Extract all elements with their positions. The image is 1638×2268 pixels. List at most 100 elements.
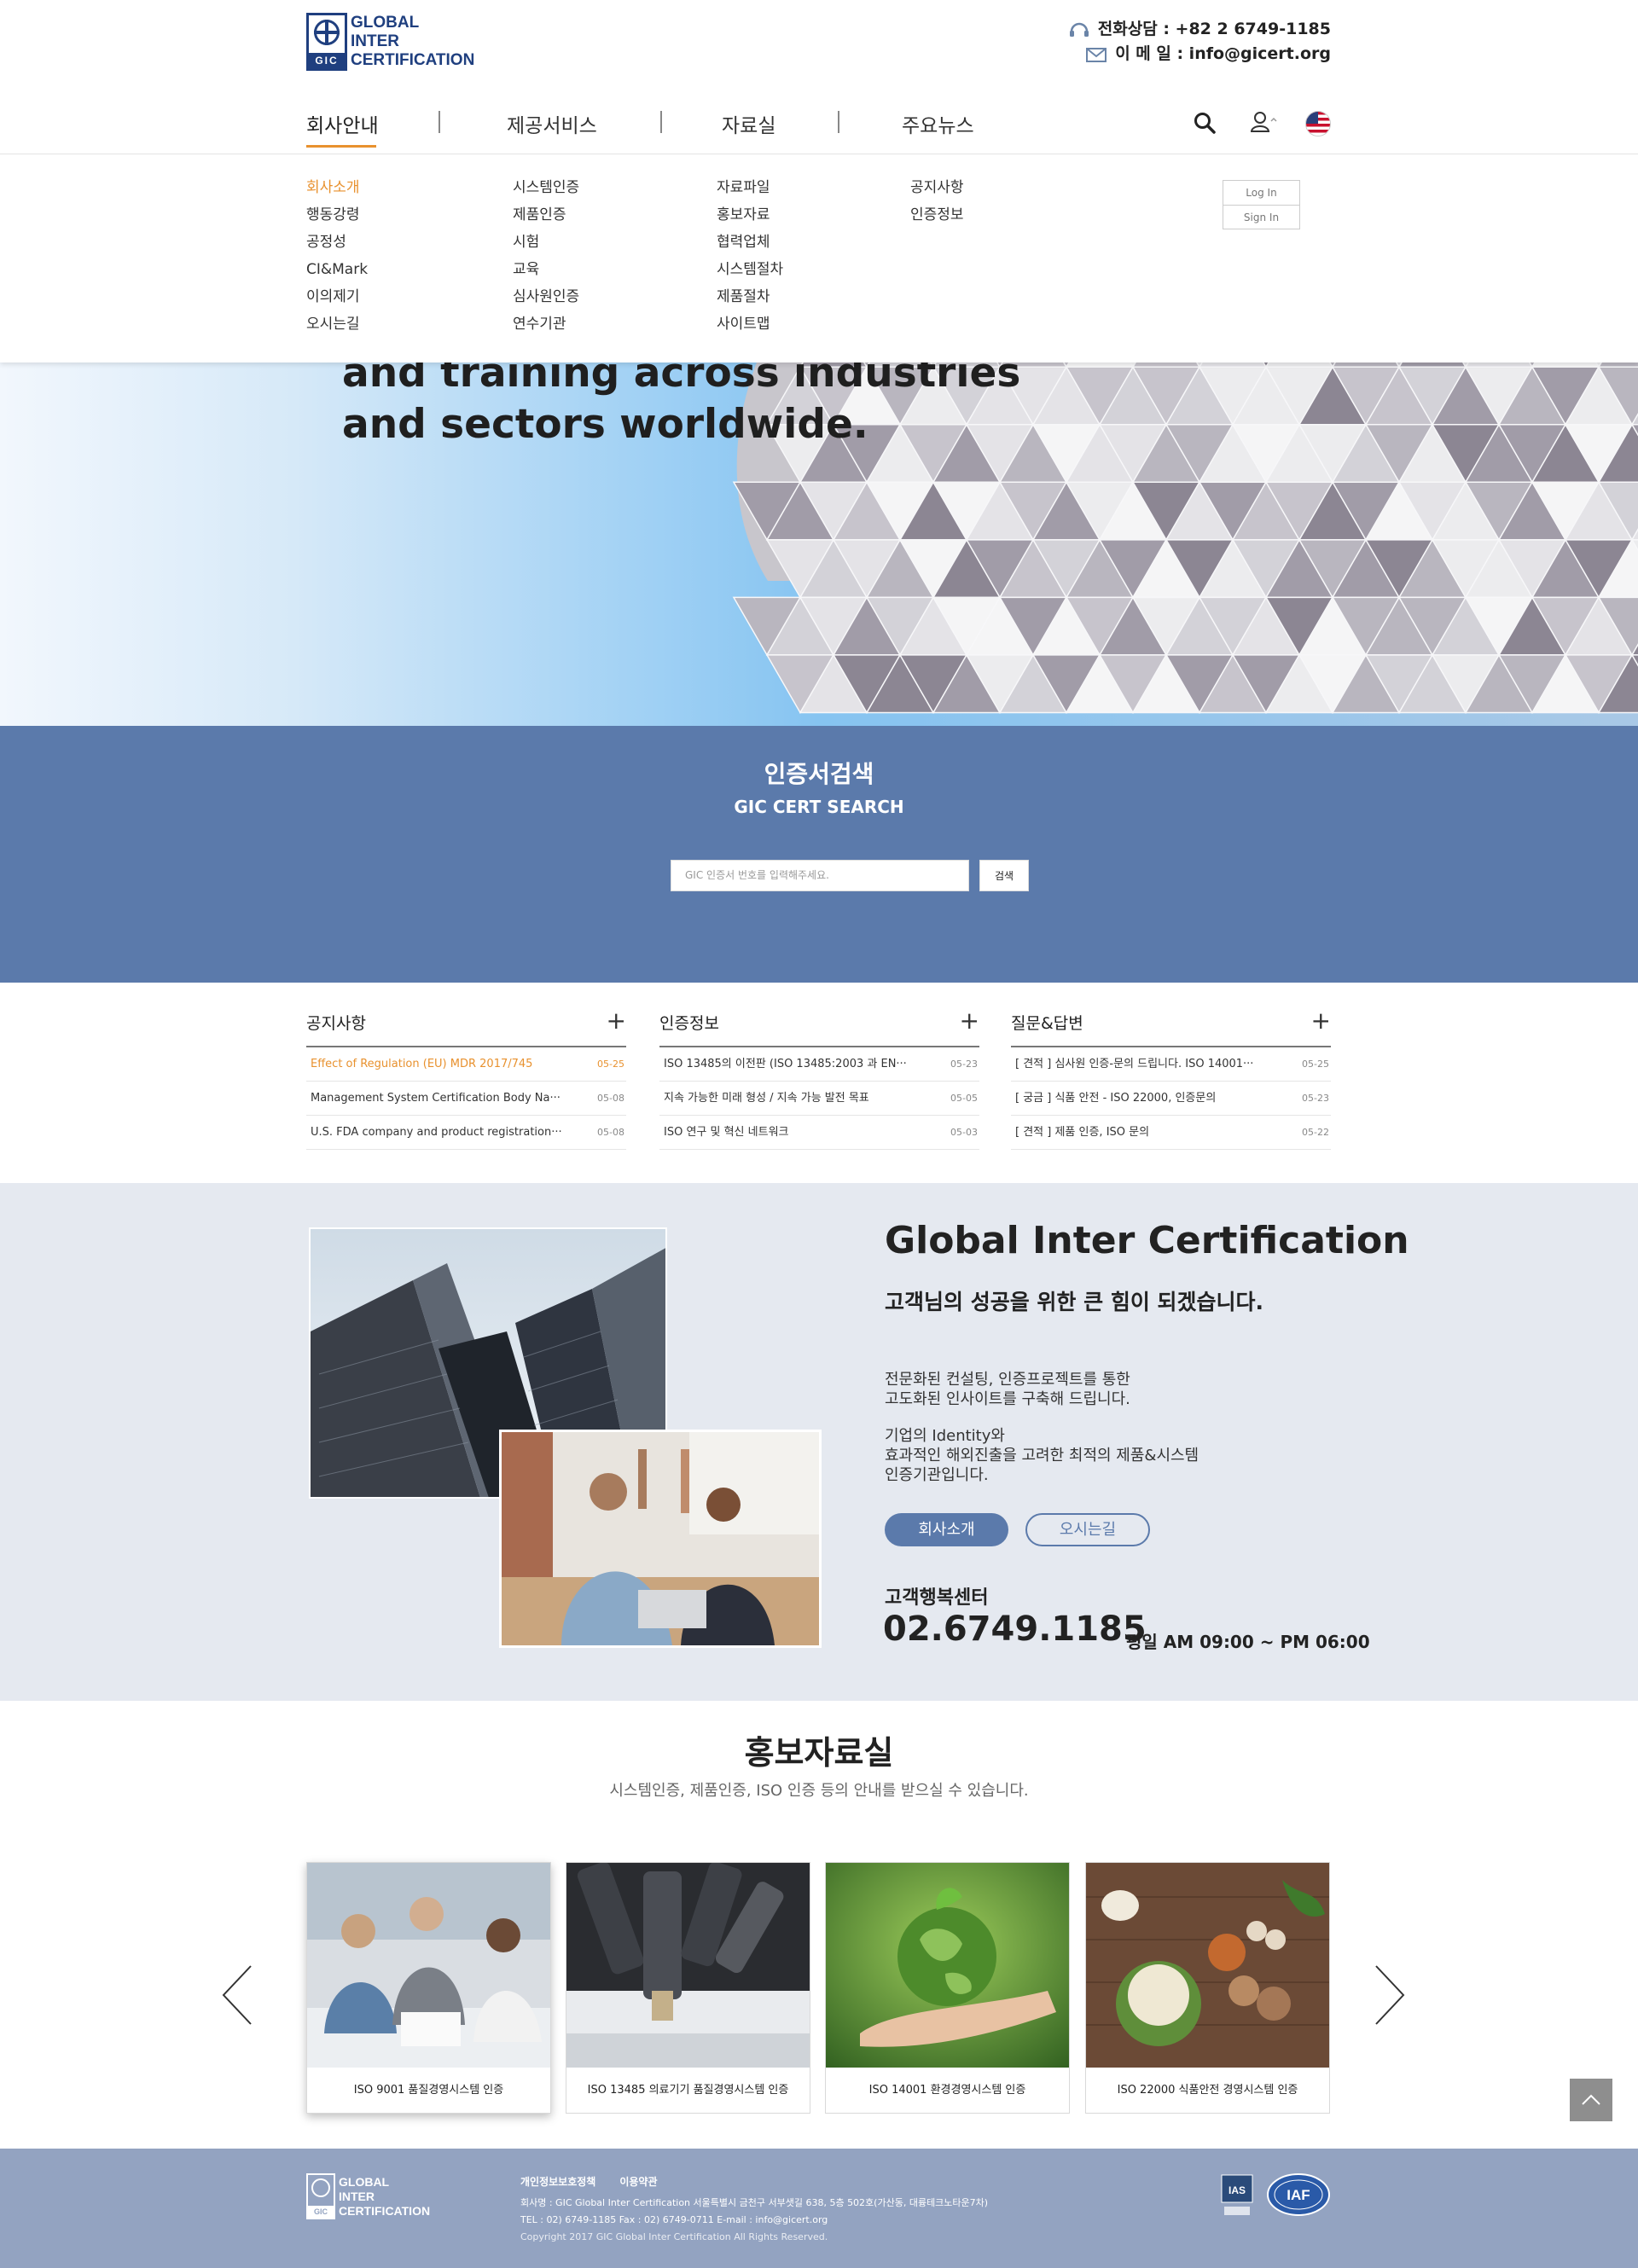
nav-item-resources[interactable]: 자료실	[722, 109, 775, 138]
board-row[interactable]: ISO 13485의 이전판 (ISO 13485:2003 과 EN··· 05…	[659, 1047, 979, 1082]
pr-card-caption: ISO 22000 식품안전 경영시스템 인증	[1117, 2084, 1298, 2097]
submenu-item[interactable]: 협력업체	[717, 229, 783, 256]
site-footer: GIC GLOBAL INTER CERTIFICATION 개인정보보호정책 …	[0, 2149, 1638, 2268]
nav-divider	[838, 111, 839, 133]
user-icon[interactable]	[1250, 110, 1278, 136]
cert-search-button[interactable]: 검색	[979, 860, 1029, 891]
customer-center-label: 고객행복센터	[885, 1587, 989, 1609]
contact-info: 전화상담 : +82 2 6749-1185 이 메 일 : info@gice…	[1069, 17, 1331, 67]
svg-text:IAS: IAS	[1228, 2184, 1246, 2196]
board-row[interactable]: Management System Certification Body Na·…	[306, 1082, 626, 1116]
phone-text[interactable]: 전화상담 : +82 2 6749-1185	[1098, 17, 1331, 42]
carousel-next-arrow[interactable]	[1373, 1964, 1407, 2026]
more-plus-icon[interactable]: +	[1311, 1006, 1331, 1035]
board-row[interactable]: U.S. FDA company and product registratio…	[306, 1116, 626, 1150]
board-qna: 질문&답변 + [ 견적 ] 심사원 인증-문의 드립니다. ISO 14001…	[1011, 1006, 1331, 1150]
email-text[interactable]: 이 메 일 : info@gicert.org	[1115, 42, 1331, 67]
green-globe-in-hand-photo	[826, 1863, 1069, 2068]
submenu-company: 회사소개 행동강령 공정성 CI&Mark 이의제기 오시는길	[306, 174, 368, 338]
nav-item-company[interactable]: 회사안내	[306, 109, 379, 148]
hero-headline: and training across industries and secto…	[342, 348, 1020, 450]
submenu-item[interactable]: 인증정보	[910, 201, 964, 229]
board-title: 인증정보	[659, 1014, 719, 1033]
board-row[interactable]: 지속 가능한 미래 형성 / 지속 가능 발전 목표 05-05	[659, 1082, 979, 1116]
about-paragraph-1: 전문화된 컨설팅, 인증프로젝트를 통한 고도화된 인사이트를 구축해 드립니다…	[885, 1371, 1130, 1408]
cert-search-subtitle: GIC CERT SEARCH	[734, 797, 904, 817]
board-notice: 공지사항 + Effect of Regulation (EU) MDR 201…	[306, 1006, 626, 1150]
submenu-item[interactable]: 시스템절차	[717, 256, 783, 283]
board-row[interactable]: ISO 연구 및 혁신 네트워크 05-03	[659, 1116, 979, 1150]
about-paragraph-2: 기업의 Identity와 효과적인 해외진출을 고려한 최적의 제품&시스템 …	[885, 1427, 1199, 1484]
submenu-item[interactable]: 시험	[513, 229, 579, 256]
us-flag-icon[interactable]	[1305, 111, 1331, 136]
about-heading: Global Inter Certification	[885, 1219, 1409, 1262]
cert-search-title: 인증서검색	[764, 760, 874, 788]
submenu-item[interactable]: 홍보자료	[717, 201, 783, 229]
submenu-item[interactable]: 연수기관	[513, 310, 579, 338]
headset-icon	[1069, 21, 1089, 38]
board-row[interactable]: [ 견적 ] 심사원 인증-문의 드립니다. ISO 14001··· 05-25	[1011, 1047, 1331, 1082]
pr-card[interactable]: ISO 22000 식품안전 경영시스템 인증	[1085, 1862, 1330, 2114]
nav-item-services[interactable]: 제공서비스	[507, 109, 597, 138]
submenu-item[interactable]: 공정성	[306, 229, 368, 256]
board-row[interactable]: [ 견적 ] 제품 인증, ISO 문의 05-22	[1011, 1116, 1331, 1150]
about-subheading: 고객님의 성공을 위한 큰 힘이 되겠습니다.	[885, 1290, 1264, 1314]
logo-text: GLOBAL INTER CERTIFICATION	[351, 14, 475, 69]
signin-button[interactable]: Sign In	[1223, 205, 1299, 229]
terms-link[interactable]: 이용약관	[619, 2174, 657, 2189]
submenu-item[interactable]: 자료파일	[717, 174, 783, 201]
nav-active-underline	[306, 145, 376, 148]
about-section: Global Inter Certification 고객님의 성공을 위한 큰…	[0, 1183, 1638, 1701]
privacy-policy-link[interactable]: 개인정보보호정책	[520, 2174, 595, 2189]
submenu-item[interactable]: 회사소개	[306, 174, 368, 201]
submenu-news: 공지사항 인증정보	[910, 174, 964, 229]
company-intro-button[interactable]: 회사소개	[885, 1513, 1008, 1546]
cert-search-input[interactable]: GIC 인증서 번호를 입력해주세요.	[671, 860, 969, 891]
submenu-item[interactable]: 공지사항	[910, 174, 964, 201]
pr-card[interactable]: ISO 9001 품질경영시스템 인증	[306, 1862, 551, 2114]
submenu-item[interactable]: 제품절차	[717, 283, 783, 310]
search-icon[interactable]	[1194, 112, 1216, 134]
submenu-item[interactable]: 교육	[513, 256, 579, 283]
business-hours: 평일 AM 09:00 ~ PM 06:00	[1126, 1632, 1370, 1652]
board-row[interactable]: Effect of Regulation (EU) MDR 2017/745 05…	[306, 1047, 626, 1082]
submenu-item[interactable]: 사이트맵	[717, 310, 783, 338]
board-title: 질문&답변	[1011, 1014, 1083, 1033]
pr-card-caption: ISO 9001 품질경영시스템 인증	[353, 2084, 504, 2097]
meeting-high-five-photo	[499, 1430, 822, 1648]
submenu-item[interactable]: 행동강령	[306, 201, 368, 229]
microscope-photo	[566, 1863, 810, 2068]
submenu-item[interactable]: 제품인증	[513, 201, 579, 229]
carousel-prev-arrow[interactable]	[220, 1964, 254, 2026]
more-plus-icon[interactable]: +	[607, 1006, 626, 1035]
submenu-item[interactable]: 이의제기	[306, 283, 368, 310]
more-plus-icon[interactable]: +	[960, 1006, 979, 1035]
globe-logo-icon: GIC	[306, 13, 347, 71]
directions-button[interactable]: 오시는길	[1025, 1513, 1150, 1546]
board-title: 공지사항	[306, 1014, 366, 1033]
login-button[interactable]: Log In	[1223, 181, 1299, 205]
submenu-item[interactable]: 오시는길	[306, 310, 368, 338]
submenu-item[interactable]: 시스템인증	[513, 174, 579, 201]
gic-logo[interactable]: GIC GLOBAL INTER CERTIFICATION	[306, 13, 474, 71]
pr-card[interactable]: ISO 14001 환경경영시스템 인증	[825, 1862, 1070, 2114]
pr-title: 홍보자료실	[744, 1734, 894, 1772]
login-box: Log In Sign In	[1223, 180, 1300, 229]
footer-copyright: Copyright 2017 GIC Global Inter Certific…	[520, 2231, 828, 2242]
ias-accreditation-badge: IAS	[1221, 2174, 1253, 2219]
pr-subtitle: 시스템인증, 제품인증, ISO 인증 등의 안내를 받으실 수 있습니다.	[609, 1782, 1029, 1800]
board-row[interactable]: [ 궁금 ] 식품 안전 - ISO 22000, 인증문의 05-23	[1011, 1082, 1331, 1116]
vegetables-food-photo	[1086, 1863, 1329, 2068]
scroll-to-top-button[interactable]	[1570, 2079, 1612, 2121]
nav-item-news[interactable]: 주요뉴스	[902, 109, 974, 138]
mail-icon	[1086, 46, 1107, 63]
submenu-item[interactable]: CI&Mark	[306, 256, 368, 283]
submenu-item[interactable]: 심사원인증	[513, 283, 579, 310]
footer-tel: TEL : 02) 6749-1185 Fax : 02) 6749-0711 …	[520, 2214, 828, 2225]
footer-logo[interactable]: GIC GLOBAL INTER CERTIFICATION	[306, 2173, 430, 2219]
nav-divider	[439, 111, 440, 133]
pr-card[interactable]: ISO 13485 의료기기 품질경영시스템 인증	[566, 1862, 810, 2114]
submenu-resources: 자료파일 홍보자료 협력업체 시스템절차 제품절차 사이트맵	[717, 174, 783, 338]
hero-line-2: and sectors worldwide.	[342, 401, 868, 448]
cert-search-section: 인증서검색 GIC CERT SEARCH GIC 인증서 번호를 입력해주세요…	[0, 726, 1638, 983]
